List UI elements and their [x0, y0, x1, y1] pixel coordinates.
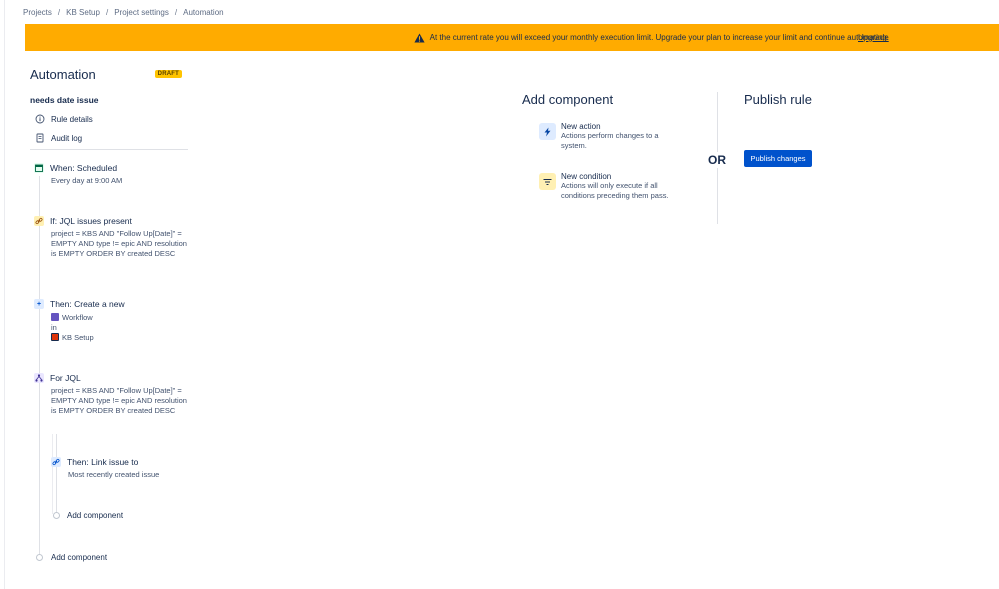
- page-title: Automation: [30, 66, 96, 82]
- new-condition-description: Actions will only execute if all conditi…: [561, 181, 669, 200]
- new-action-description: Actions perform changes to a system.: [561, 131, 659, 150]
- breadcrumb-separator: /: [174, 8, 178, 17]
- document-icon: [36, 133, 44, 143]
- condition-node[interactable]: If: JQL issues present project = KBS AND…: [30, 216, 191, 259]
- breadcrumb-automation[interactable]: Automation: [183, 8, 223, 17]
- branch-label: For JQL: [50, 373, 81, 383]
- rule-details-label: Rule details: [51, 114, 93, 124]
- project-avatar-icon: [51, 333, 59, 341]
- banner-message: At the current rate you will exceed your…: [429, 33, 889, 42]
- trigger-node[interactable]: When: Scheduled Every day at 9:00 AM: [30, 163, 191, 186]
- link-icon: [51, 457, 61, 467]
- breadcrumb-separator: /: [105, 8, 109, 17]
- lightning-icon: [539, 123, 556, 140]
- condition-description: project = KBS AND "Follow Up[Date]" = EM…: [51, 229, 187, 258]
- new-action-card[interactable]: New action Actions perform changes to a …: [539, 122, 679, 151]
- breadcrumb: Projects / KB Setup / Project settings /…: [23, 8, 224, 17]
- workflow-icon: [51, 313, 59, 321]
- new-condition-card[interactable]: New condition Actions will only execute …: [539, 172, 679, 201]
- page-edge: [4, 0, 5, 589]
- filter-icon: [539, 173, 556, 190]
- action-label: Then: Create a new: [50, 299, 125, 309]
- breadcrumb-kb-setup[interactable]: KB Setup: [66, 8, 100, 17]
- add-component-button[interactable]: Add component: [51, 553, 107, 562]
- branch-node[interactable]: For JQL project = KBS AND "Follow Up[Dat…: [30, 373, 191, 416]
- branch-icon: [34, 373, 44, 383]
- status-badge: DRAFT: [154, 70, 182, 78]
- breadcrumb-project-settings[interactable]: Project settings: [114, 8, 169, 17]
- or-label: OR: [708, 152, 726, 168]
- warning-banner: At the current rate you will exceed your…: [25, 24, 999, 51]
- link-icon: [34, 216, 44, 226]
- branch-action-node[interactable]: Then: Link issue to Most recently create…: [47, 457, 208, 480]
- action-item-workflow: Workflow: [62, 312, 93, 322]
- calendar-icon: [34, 163, 44, 173]
- sidebar-divider: [30, 149, 188, 150]
- publish-rule-title: Publish rule: [744, 92, 812, 107]
- trigger-label: When: Scheduled: [50, 163, 118, 173]
- publish-changes-button[interactable]: Publish changes: [744, 150, 812, 167]
- audit-log-link[interactable]: Audit log: [35, 133, 190, 143]
- new-action-title: New action: [561, 122, 601, 131]
- plus-icon: +: [34, 299, 44, 309]
- branch-add-dot[interactable]: [53, 512, 60, 519]
- root-add-dot[interactable]: [36, 554, 43, 561]
- action-connector: in: [51, 322, 57, 332]
- trigger-description: Every day at 9:00 AM: [51, 176, 123, 185]
- upgrade-link[interactable]: Upgrade: [858, 33, 889, 42]
- new-condition-title: New condition: [561, 172, 612, 181]
- info-icon: [35, 114, 45, 124]
- action-item-project: KB Setup: [62, 332, 94, 342]
- breadcrumb-separator: /: [57, 8, 61, 17]
- warning-icon: [414, 32, 425, 43]
- rule-details-link[interactable]: Rule details: [35, 114, 190, 124]
- action-node[interactable]: + Then: Create a new Workflow in KB Setu…: [30, 299, 125, 342]
- branch-action-description: Most recently created issue: [68, 470, 160, 479]
- rule-sidebar: Automation DRAFT needs date issue Rule d…: [30, 64, 190, 150]
- add-component-title: Add component: [522, 92, 614, 107]
- branch-add-component-button[interactable]: Add component: [67, 511, 123, 520]
- breadcrumb-projects[interactable]: Projects: [23, 8, 52, 17]
- branch-description: project = KBS AND "Follow Up[Date]" = EM…: [51, 386, 187, 415]
- condition-label: If: JQL issues present: [50, 216, 132, 226]
- audit-log-label: Audit log: [51, 133, 83, 143]
- rule-name: needs date issue: [30, 95, 99, 105]
- branch-action-label: Then: Link issue to: [67, 457, 139, 467]
